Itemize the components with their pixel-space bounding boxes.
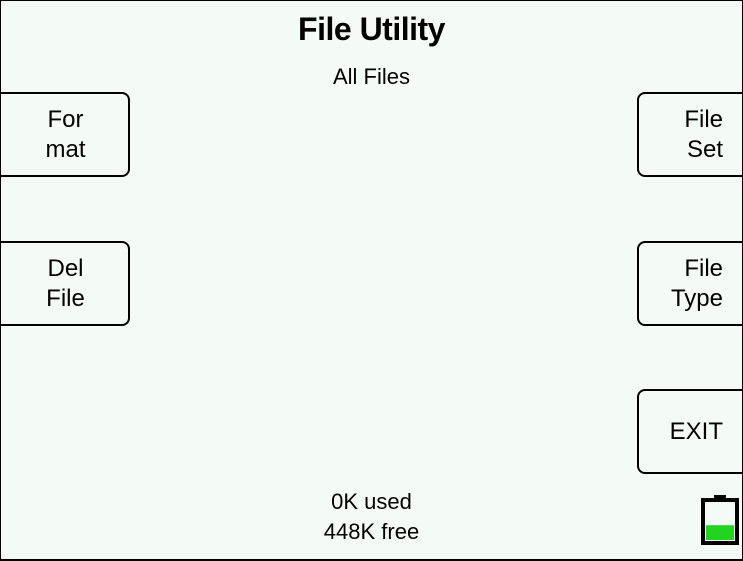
storage-used: 0K used — [331, 489, 412, 514]
format-button-line-1: For — [47, 105, 84, 133]
storage-usage: 0K used 448K free — [1, 487, 742, 547]
format-button[interactable]: For mat — [1, 92, 130, 177]
delete-file-button-line-1: Del — [47, 254, 84, 282]
device-screen: File Utility All Files For mat Del File … — [1, 1, 742, 559]
delete-file-button-line-2: File — [46, 284, 85, 312]
page-title: File Utility — [298, 11, 445, 47]
file-set-button[interactable]: File Set — [637, 92, 742, 177]
battery-icon — [701, 495, 739, 545]
file-type-button-line-1: File — [684, 254, 723, 282]
delete-file-button[interactable]: Del File — [1, 241, 130, 326]
file-set-button-line-1: File — [684, 105, 723, 133]
file-filter-label: All Files — [332, 64, 410, 89]
file-type-button[interactable]: File Type — [637, 241, 742, 326]
exit-button-label: EXIT — [669, 417, 723, 445]
file-type-button-line-2: Type — [670, 284, 723, 312]
file-set-button-line-2: Set — [686, 135, 723, 163]
format-button-line-2: mat — [45, 135, 86, 163]
storage-free: 448K free — [323, 519, 420, 544]
exit-button[interactable]: EXIT — [637, 389, 742, 474]
